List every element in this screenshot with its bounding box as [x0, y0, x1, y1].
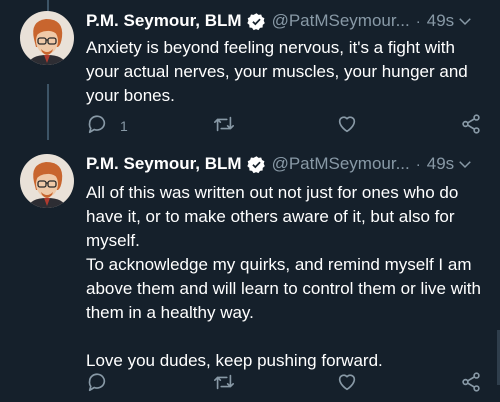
tweet-text: Anxiety is beyond feeling nervous, it's …	[86, 38, 473, 105]
handle[interactable]: @PatMSeymour...	[272, 11, 410, 31]
chevron-down-icon[interactable]	[456, 12, 474, 35]
tweet-text: All of this was written out not just for…	[86, 183, 481, 370]
share-icon	[460, 371, 482, 398]
verified-badge-icon	[246, 12, 266, 31]
retweet-button[interactable]	[212, 114, 236, 138]
separator-dot: ·	[415, 12, 421, 30]
separator-dot: ·	[415, 155, 421, 173]
share-button[interactable]	[460, 371, 482, 398]
share-button[interactable]	[460, 113, 482, 140]
avatar[interactable]	[20, 11, 74, 65]
reply-icon	[86, 113, 108, 140]
reply-count: 1	[120, 118, 128, 134]
avatar[interactable]	[20, 154, 74, 208]
like-button[interactable]	[336, 114, 358, 138]
verified-badge-icon	[246, 155, 266, 174]
tweet[interactable]: P.M. Seymour, BLM @PatMSeymour... · 49s …	[0, 0, 500, 148]
reply-button[interactable]	[86, 372, 120, 396]
tweet[interactable]: P.M. Seymour, BLM @PatMSeymour... · 49s …	[0, 148, 500, 402]
reply-icon	[86, 371, 108, 398]
like-button[interactable]	[336, 372, 358, 396]
retweet-button[interactable]	[212, 372, 236, 396]
reply-button[interactable]: 1	[86, 114, 128, 138]
tweet-actions: 1	[86, 113, 486, 140]
display-name[interactable]: P.M. Seymour, BLM	[86, 154, 242, 174]
retweet-icon	[212, 371, 236, 398]
like-icon	[336, 113, 358, 140]
chevron-down-icon[interactable]	[456, 155, 474, 178]
like-icon	[336, 371, 358, 398]
display-name[interactable]: P.M. Seymour, BLM	[86, 11, 242, 31]
tweet-header: P.M. Seymour, BLM @PatMSeymour... · 49s	[86, 151, 490, 177]
retweet-icon	[212, 113, 236, 140]
timestamp[interactable]: 49s	[427, 154, 454, 174]
timeline: P.M. Seymour, BLM @PatMSeymour... · 49s …	[0, 0, 500, 402]
tweet-actions	[86, 371, 486, 398]
timestamp[interactable]: 49s	[427, 11, 454, 31]
share-icon	[460, 113, 482, 140]
handle[interactable]: @PatMSeymour...	[272, 154, 410, 174]
tweet-header: P.M. Seymour, BLM @PatMSeymour... · 49s	[86, 8, 490, 34]
